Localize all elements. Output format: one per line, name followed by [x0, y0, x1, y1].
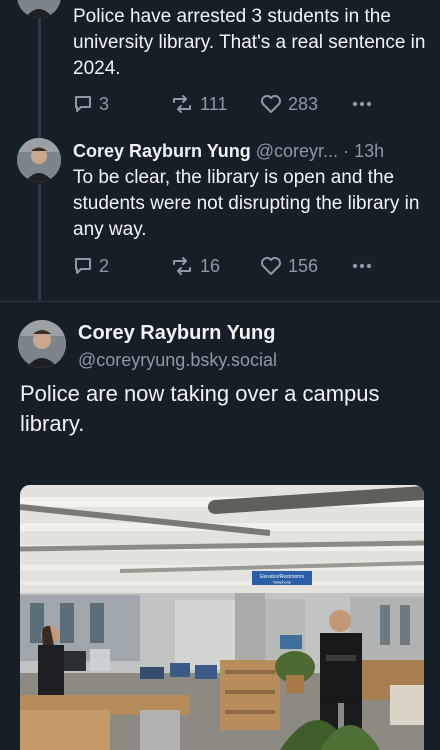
- repost-arrows-icon: [173, 257, 191, 275]
- reply-two-author-line: Corey Rayburn Yung @coreyr... · 13h: [73, 139, 384, 163]
- post-divider: [0, 301, 440, 302]
- reply-two-time[interactable]: 13h: [354, 141, 384, 161]
- heart-icon: [261, 95, 281, 113]
- main-post-text: Police are now taking over a campus libr…: [20, 381, 380, 436]
- reply-two-more-button[interactable]: [352, 263, 372, 269]
- reply-two-like-button[interactable]: 156: [260, 256, 318, 277]
- comment-bubble-icon: [75, 258, 91, 274]
- reply-one-more-button[interactable]: [352, 101, 372, 107]
- image-sign-line2: Telephone: [273, 580, 292, 585]
- main-post-author-handle[interactable]: @coreyryung.bsky.social: [78, 348, 277, 372]
- reply-two-repost-count: 16: [200, 255, 221, 276]
- avatar-main-post[interactable]: [18, 320, 66, 368]
- reply-one-actions: 3 111 283: [73, 92, 373, 116]
- avatar-reply-one[interactable]: [17, 0, 61, 18]
- reply-one-repost-count: 111: [200, 93, 228, 114]
- thread-line-top: [38, 0, 41, 142]
- reply-two-separator: ·: [343, 141, 350, 161]
- comment-bubble-icon: [75, 96, 91, 112]
- avatar-reply-two[interactable]: [17, 138, 61, 182]
- reply-two-comment-button[interactable]: 2: [73, 256, 109, 277]
- reply-one-repost-button[interactable]: 111: [170, 94, 227, 115]
- more-dots-icon: [352, 101, 372, 107]
- reply-one-comment-count: 3: [99, 93, 110, 114]
- heart-icon: [261, 257, 281, 275]
- thread-line-bottom: [38, 184, 41, 300]
- reply-two-author-name[interactable]: Corey Rayburn Yung: [73, 141, 251, 161]
- reply-two-repost-button[interactable]: 16: [170, 256, 220, 277]
- repost-arrows-icon: [173, 95, 191, 113]
- reply-two-author-handle[interactable]: @coreyr...: [256, 141, 338, 161]
- reply-one-like-count: 283: [288, 93, 319, 114]
- reply-one-text: Police have arrested 3 students in the u…: [73, 6, 426, 79]
- reply-two-text: To be clear, the library is open and the…: [73, 167, 420, 240]
- reply-one-comment-button[interactable]: 3: [73, 94, 109, 115]
- reply-two-actions: 2 16 156: [73, 254, 373, 278]
- more-dots-icon: [352, 263, 372, 269]
- main-post-author-name[interactable]: Corey Rayburn Yung: [78, 320, 275, 346]
- reply-one-like-button[interactable]: 283: [260, 94, 318, 115]
- reply-two-comment-count: 2: [99, 255, 110, 276]
- reply-two-like-count: 156: [288, 255, 319, 276]
- main-post-image[interactable]: Elevator/Restrooms Telephone: [20, 485, 424, 750]
